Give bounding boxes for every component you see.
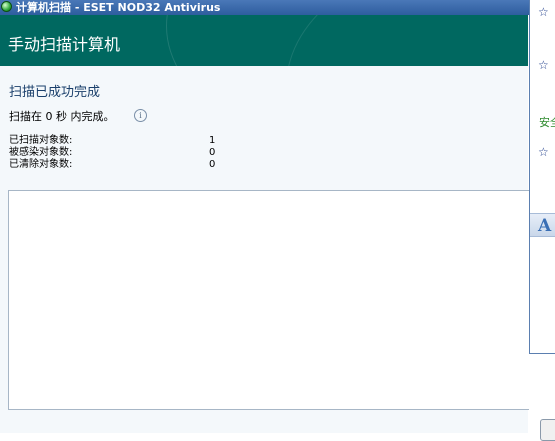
star-icon: ☆ [538, 145, 549, 159]
scan-status-heading: 扫描已成功完成 [9, 85, 101, 100]
eset-app-icon [1, 1, 12, 12]
page-header: 手动扫描计算机 [0, 15, 528, 66]
safe-status-text: 安全 [539, 116, 555, 129]
scan-statistics: 已扫描对象数: 1 被感染对象数: 0 已清除对象数: 0 [9, 135, 229, 171]
stat-label-infected: 被感染对象数: [9, 147, 73, 158]
stat-row-scanned: 已扫描对象数: 1 [9, 135, 229, 147]
page-title: 手动扫描计算机 [8, 35, 121, 54]
stat-label-cleaned: 已清除对象数: [9, 159, 73, 170]
stat-value-scanned: 1 [209, 135, 216, 146]
star-icon: ☆ [538, 58, 549, 72]
scan-complete-message: 扫描在 0 秒 内完成。 [9, 110, 115, 123]
background-window-edge: ☆ ☆ 安全 ☆ A [529, 0, 555, 354]
format-toolbar: A [530, 213, 555, 237]
stat-row-infected: 被感染对象数: 0 [9, 147, 229, 159]
stat-row-cleaned: 已清除对象数: 0 [9, 159, 229, 171]
scan-results-panel: 扫描已成功完成 扫描在 0 秒 内完成。 i 已扫描对象数: 1 被感染对象数:… [0, 66, 529, 433]
header-decoration-2 [286, 15, 528, 66]
stat-value-cleaned: 0 [209, 159, 216, 170]
font-format-icon[interactable]: A [538, 216, 551, 236]
info-icon[interactable]: i [134, 109, 147, 122]
window-titlebar[interactable]: 计算机扫描 - ESET NOD32 Antivirus [0, 0, 530, 15]
stat-label-scanned: 已扫描对象数: [9, 135, 73, 146]
star-icon: ☆ [538, 5, 549, 19]
window-title: 计算机扫描 - ESET NOD32 Antivirus [16, 1, 221, 14]
stat-value-infected: 0 [209, 147, 216, 158]
scan-log-area[interactable] [8, 190, 529, 410]
partial-button[interactable] [540, 419, 555, 441]
